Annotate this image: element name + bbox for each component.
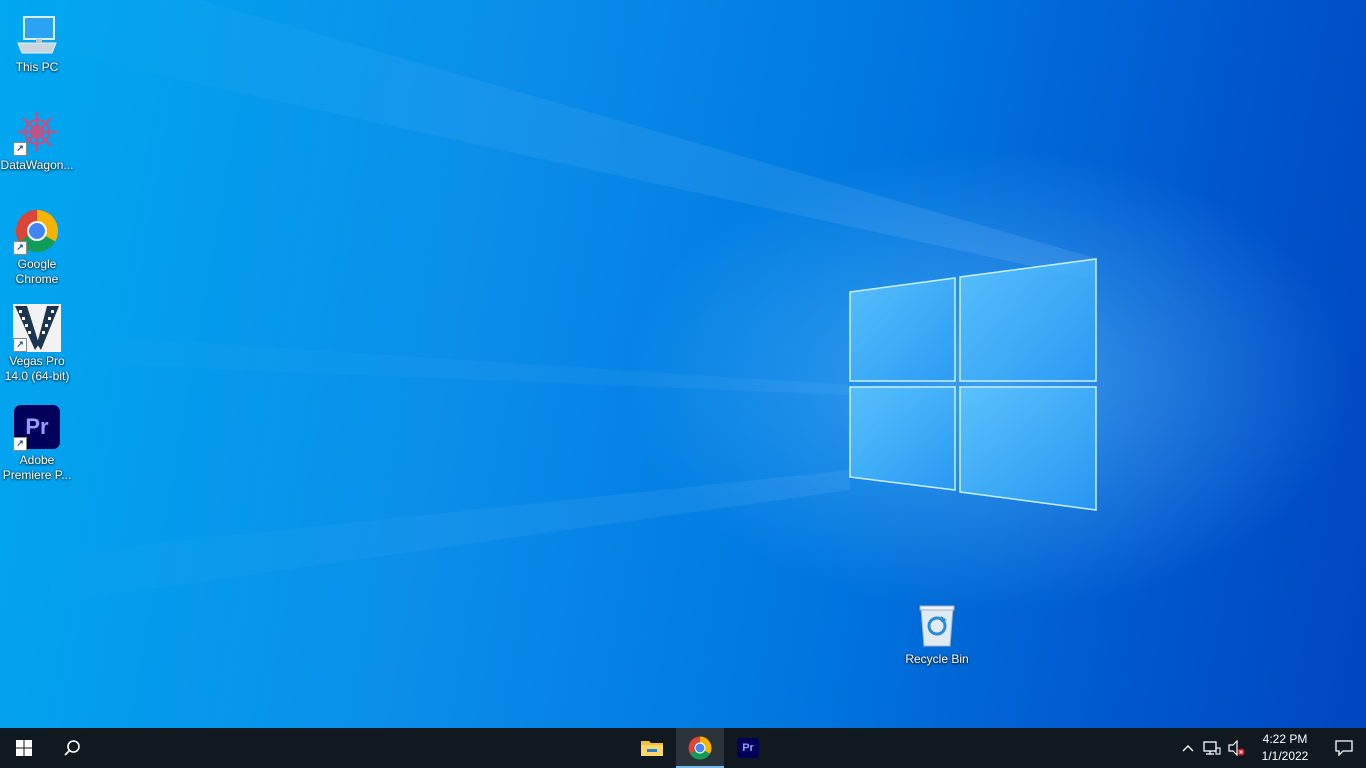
taskbar: Pr 4:22 PM 1/1/2022 [0,728,1366,768]
taskbar-premiere-pro[interactable]: Pr [724,728,772,768]
this-pc-icon [13,10,61,58]
windows-start-icon [16,740,32,756]
desktop-icon-adobe-premiere[interactable]: Pr ↗ Adobe Premiere P... [0,403,74,483]
desktop-icon-this-pc[interactable]: This PC [0,10,74,75]
shortcut-arrow-icon: ↗ [13,241,27,255]
desktop-icon-label: Adobe Premiere P... [2,453,72,482]
desktop-icon-label: DataWagon... [0,158,74,172]
vegas-pro-icon: ↗ [13,304,61,352]
taskbar-google-chrome[interactable] [676,728,724,768]
recycle-bin-icon [913,602,961,650]
shortcut-arrow-icon: ↗ [13,142,27,156]
clock-time: 4:22 PM [1262,732,1308,746]
volume-muted-icon [1228,740,1245,756]
premiere-pro-icon: Pr ↗ [13,403,61,451]
chrome-icon [688,736,712,760]
desktop-icon-label: This PC [15,60,59,74]
datawagon-icon: ↗ [13,108,61,156]
file-explorer-icon [641,741,663,756]
shortcut-arrow-icon: ↗ [13,338,27,352]
desktop-icon-recycle-bin[interactable]: Recycle Bin [900,602,974,667]
search-button[interactable] [48,728,96,768]
premiere-pro-icon: Pr [737,738,759,758]
desktop-icon-label: Recycle Bin [905,652,969,666]
premiere-glyph: Pr [742,742,754,754]
chrome-icon: ↗ [13,207,61,255]
volume-button[interactable] [1224,728,1248,768]
windows-logo [849,258,1097,511]
search-icon [64,740,80,756]
clock[interactable]: 4:22 PM 1/1/2022 [1248,728,1322,768]
desktop-icon-label: Google Chrome [15,257,59,286]
show-hidden-icons-button[interactable] [1176,728,1200,768]
taskbar-file-explorer[interactable] [628,728,676,768]
notifications-icon [1335,740,1353,756]
action-center-button[interactable] [1322,728,1366,768]
clock-date: 1/1/2022 [1261,749,1309,763]
system-tray: 4:22 PM 1/1/2022 [1176,728,1366,768]
network-button[interactable] [1200,728,1224,768]
wallpaper [0,0,1097,610]
desktop-icon-datawagon[interactable]: ↗ DataWagon... [0,108,74,173]
shortcut-arrow-icon: ↗ [13,437,27,451]
desktop-icon-vegas-pro[interactable]: ↗ Vegas Pro 14.0 (64-bit) [0,304,74,384]
start-button[interactable] [0,728,48,768]
chevron-up-icon [1182,745,1194,752]
desktop-icon-label: Vegas Pro 14.0 (64-bit) [4,354,70,383]
desktop-icon-google-chrome[interactable]: ↗ Google Chrome [0,207,74,287]
premiere-glyph: Pr [25,414,49,439]
network-icon [1203,741,1221,755]
